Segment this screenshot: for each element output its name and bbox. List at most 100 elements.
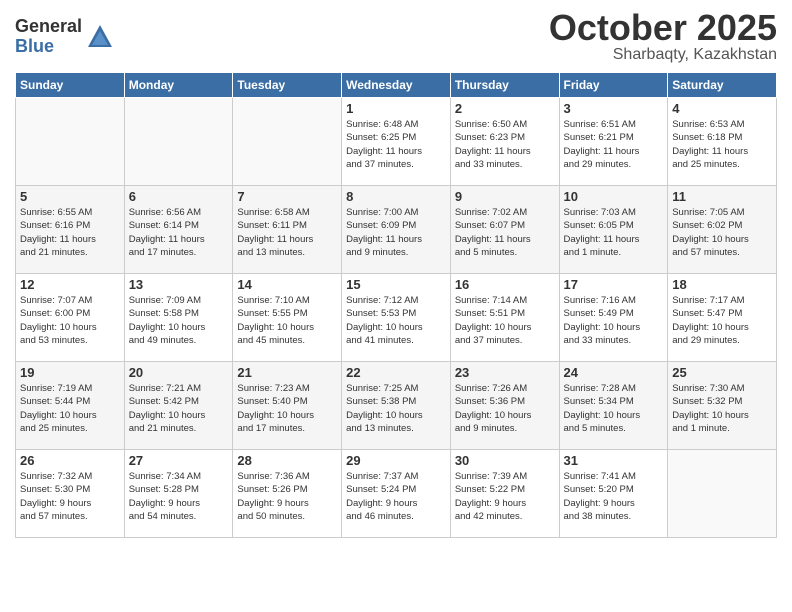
- page: General Blue October 2025 Sharbaqty, Kaz…: [0, 0, 792, 612]
- day-info: Sunrise: 7:30 AM Sunset: 5:32 PM Dayligh…: [672, 382, 772, 435]
- calendar-week-row: 12Sunrise: 7:07 AM Sunset: 6:00 PM Dayli…: [16, 274, 777, 362]
- day-info: Sunrise: 6:50 AM Sunset: 6:23 PM Dayligh…: [455, 118, 555, 171]
- day-number: 21: [237, 365, 337, 380]
- day-info: Sunrise: 7:25 AM Sunset: 5:38 PM Dayligh…: [346, 382, 446, 435]
- day-info: Sunrise: 7:39 AM Sunset: 5:22 PM Dayligh…: [455, 470, 555, 523]
- table-row: 26 Sunrise: 7:32 AM Sunset: 5:30 PM Dayli…: [16, 450, 125, 538]
- table-row: 11Sunrise: 7:05 AM Sunset: 6:02 PM Dayli…: [668, 186, 777, 274]
- day-number: 7: [237, 189, 337, 204]
- day-number: 8: [346, 189, 446, 204]
- table-row: 20 Sunrise: 7:21 AM Sunset: 5:42 PM Dayli…: [124, 362, 233, 450]
- table-row: 2Sunrise: 6:50 AM Sunset: 6:23 PM Daylig…: [450, 98, 559, 186]
- day-number: 29: [346, 453, 446, 468]
- table-row: 16 Sunrise: 7:14 AM Sunset: 5:51 PM Dayli…: [450, 274, 559, 362]
- header-thursday: Thursday: [450, 73, 559, 98]
- day-info: Sunrise: 7:00 AM Sunset: 6:09 PM Dayligh…: [346, 206, 446, 259]
- table-row: [233, 98, 342, 186]
- table-row: 1 Sunrise: 6:48 AM Sunset: 6:25 PM Daylig…: [342, 98, 451, 186]
- logo-blue: Blue: [15, 37, 82, 57]
- header-saturday: Saturday: [668, 73, 777, 98]
- logo-general: General: [15, 17, 82, 37]
- header-friday: Friday: [559, 73, 668, 98]
- day-number: 19: [20, 365, 120, 380]
- day-number: 5: [20, 189, 120, 204]
- table-row: 24 Sunrise: 7:28 AM Sunset: 5:34 PM Dayli…: [559, 362, 668, 450]
- day-info: Sunrise: 7:05 AM Sunset: 6:02 PM Dayligh…: [672, 206, 772, 259]
- day-number: 20: [129, 365, 229, 380]
- day-number: 1: [346, 101, 446, 116]
- calendar-week-row: 5Sunrise: 6:55 AM Sunset: 6:16 PM Daylig…: [16, 186, 777, 274]
- table-row: 6 Sunrise: 6:56 AM Sunset: 6:14 PM Daylig…: [124, 186, 233, 274]
- day-info: Sunrise: 6:48 AM Sunset: 6:25 PM Dayligh…: [346, 118, 446, 171]
- table-row: 12Sunrise: 7:07 AM Sunset: 6:00 PM Dayli…: [16, 274, 125, 362]
- day-number: 16: [455, 277, 555, 292]
- day-number: 13: [129, 277, 229, 292]
- day-info: Sunrise: 7:28 AM Sunset: 5:34 PM Dayligh…: [564, 382, 664, 435]
- day-info: Sunrise: 7:16 AM Sunset: 5:49 PM Dayligh…: [564, 294, 664, 347]
- header-wednesday: Wednesday: [342, 73, 451, 98]
- table-row: 31 Sunrise: 7:41 AM Sunset: 5:20 PM Dayli…: [559, 450, 668, 538]
- table-row: 19 Sunrise: 7:19 AM Sunset: 5:44 PM Dayli…: [16, 362, 125, 450]
- day-number: 28: [237, 453, 337, 468]
- day-info: Sunrise: 7:14 AM Sunset: 5:51 PM Dayligh…: [455, 294, 555, 347]
- logo: General Blue: [15, 17, 114, 57]
- day-info: Sunrise: 7:36 AM Sunset: 5:26 PM Dayligh…: [237, 470, 337, 523]
- day-info: Sunrise: 7:19 AM Sunset: 5:44 PM Dayligh…: [20, 382, 120, 435]
- day-info: Sunrise: 7:12 AM Sunset: 5:53 PM Dayligh…: [346, 294, 446, 347]
- day-info: Sunrise: 7:34 AM Sunset: 5:28 PM Dayligh…: [129, 470, 229, 523]
- header: General Blue October 2025 Sharbaqty, Kaz…: [15, 10, 777, 64]
- day-number: 27: [129, 453, 229, 468]
- day-number: 10: [564, 189, 664, 204]
- calendar-week-row: 1 Sunrise: 6:48 AM Sunset: 6:25 PM Daylig…: [16, 98, 777, 186]
- logo-icon: [86, 23, 114, 51]
- day-number: 4: [672, 101, 772, 116]
- day-number: 3: [564, 101, 664, 116]
- day-number: 17: [564, 277, 664, 292]
- day-info: Sunrise: 7:17 AM Sunset: 5:47 PM Dayligh…: [672, 294, 772, 347]
- day-info: Sunrise: 7:21 AM Sunset: 5:42 PM Dayligh…: [129, 382, 229, 435]
- day-number: 30: [455, 453, 555, 468]
- table-row: 3 Sunrise: 6:51 AM Sunset: 6:21 PM Daylig…: [559, 98, 668, 186]
- day-number: 26: [20, 453, 120, 468]
- table-row: 23 Sunrise: 7:26 AM Sunset: 5:36 PM Dayli…: [450, 362, 559, 450]
- day-info: Sunrise: 7:26 AM Sunset: 5:36 PM Dayligh…: [455, 382, 555, 435]
- table-row: 5Sunrise: 6:55 AM Sunset: 6:16 PM Daylig…: [16, 186, 125, 274]
- day-info: Sunrise: 6:56 AM Sunset: 6:14 PM Dayligh…: [129, 206, 229, 259]
- table-row: 18 Sunrise: 7:17 AM Sunset: 5:47 PM Dayli…: [668, 274, 777, 362]
- table-row: 4 Sunrise: 6:53 AM Sunset: 6:18 PM Daylig…: [668, 98, 777, 186]
- logo-text: General Blue: [15, 17, 82, 57]
- day-number: 31: [564, 453, 664, 468]
- table-row: 28 Sunrise: 7:36 AM Sunset: 5:26 PM Dayli…: [233, 450, 342, 538]
- table-row: 17 Sunrise: 7:16 AM Sunset: 5:49 PM Dayli…: [559, 274, 668, 362]
- day-info: Sunrise: 6:58 AM Sunset: 6:11 PM Dayligh…: [237, 206, 337, 259]
- day-number: 12: [20, 277, 120, 292]
- header-monday: Monday: [124, 73, 233, 98]
- day-number: 18: [672, 277, 772, 292]
- calendar-week-row: 19 Sunrise: 7:19 AM Sunset: 5:44 PM Dayli…: [16, 362, 777, 450]
- header-tuesday: Tuesday: [233, 73, 342, 98]
- table-row: 7 Sunrise: 6:58 AM Sunset: 6:11 PM Daylig…: [233, 186, 342, 274]
- table-row: 29Sunrise: 7:37 AM Sunset: 5:24 PM Dayli…: [342, 450, 451, 538]
- table-row: 22Sunrise: 7:25 AM Sunset: 5:38 PM Dayli…: [342, 362, 451, 450]
- day-info: Sunrise: 7:41 AM Sunset: 5:20 PM Dayligh…: [564, 470, 664, 523]
- table-row: 14Sunrise: 7:10 AM Sunset: 5:55 PM Dayli…: [233, 274, 342, 362]
- table-row: 25Sunrise: 7:30 AM Sunset: 5:32 PM Dayli…: [668, 362, 777, 450]
- day-number: 6: [129, 189, 229, 204]
- table-row: 10 Sunrise: 7:03 AM Sunset: 6:05 PM Dayli…: [559, 186, 668, 274]
- day-info: Sunrise: 6:51 AM Sunset: 6:21 PM Dayligh…: [564, 118, 664, 171]
- day-number: 9: [455, 189, 555, 204]
- day-number: 15: [346, 277, 446, 292]
- day-number: 14: [237, 277, 337, 292]
- day-info: Sunrise: 6:53 AM Sunset: 6:18 PM Dayligh…: [672, 118, 772, 171]
- day-number: 23: [455, 365, 555, 380]
- day-number: 24: [564, 365, 664, 380]
- table-row: 21Sunrise: 7:23 AM Sunset: 5:40 PM Dayli…: [233, 362, 342, 450]
- day-info: Sunrise: 7:32 AM Sunset: 5:30 PM Dayligh…: [20, 470, 120, 523]
- table-row: [124, 98, 233, 186]
- table-row: [16, 98, 125, 186]
- day-info: Sunrise: 7:09 AM Sunset: 5:58 PM Dayligh…: [129, 294, 229, 347]
- table-row: 8 Sunrise: 7:00 AM Sunset: 6:09 PM Daylig…: [342, 186, 451, 274]
- day-info: Sunrise: 7:03 AM Sunset: 6:05 PM Dayligh…: [564, 206, 664, 259]
- table-row: 27 Sunrise: 7:34 AM Sunset: 5:28 PM Dayli…: [124, 450, 233, 538]
- location-subtitle: Sharbaqty, Kazakhstan: [549, 46, 777, 64]
